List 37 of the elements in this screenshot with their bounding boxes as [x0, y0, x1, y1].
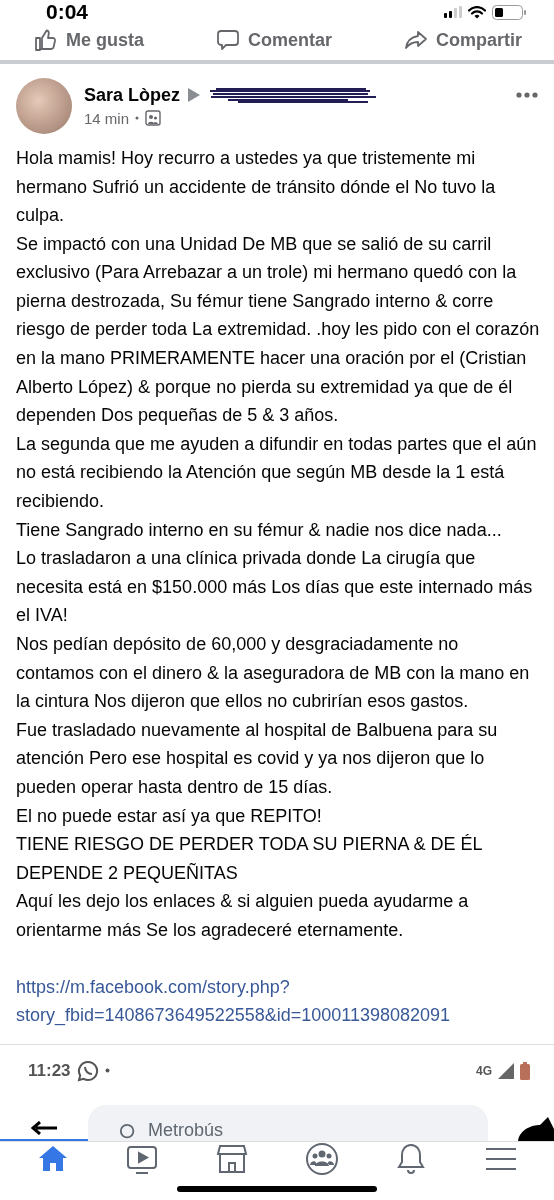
share-arrow-icon	[403, 28, 428, 52]
post-time[interactable]: 14 min	[84, 109, 130, 127]
dot-icon	[104, 1068, 110, 1074]
battery-icon	[492, 4, 526, 20]
post-paragraph: TIENE RIESGO DE PERDER TODA SU PIERNA & DE ÉL DEPENDE 2 PEQUEÑITAS	[16, 833, 483, 885]
status-time: 0:04	[46, 0, 89, 24]
signal-icon	[444, 6, 462, 18]
groups-tab[interactable]	[304, 1141, 339, 1176]
author-name[interactable]: Sara Lòpez	[84, 84, 181, 106]
wifi-icon	[468, 5, 486, 19]
post-paragraph: Hola mamis! Hoy recurro a ustedes ya que tristemente mi hermano Sufrió un accidente de tránsito dónde el No tuvo la culpa.	[16, 146, 497, 228]
network-label: 4G	[476, 1063, 492, 1078]
post-paragraph: La segunda que me ayuden a difundir en todas partes que el aún no está recibiendo la Atención que según MB desde la 1 está recibiendo.	[16, 432, 538, 514]
like-button[interactable]: Me gusta	[30, 24, 148, 56]
speech-bubble-icon	[216, 28, 240, 52]
search-field[interactable]: Metrobús	[88, 1104, 488, 1141]
thumbs-up-icon	[34, 28, 58, 52]
group-icon	[145, 110, 162, 127]
post-paragraph: Lo trasladaron a una clínica privada donde La cirugía que necesita está en $150.000 más Los días que este internado más el IVA!	[16, 547, 534, 628]
post-paragraph: Nos pedían depósito de 60,000 y desgraciadamente no contamos con el dinero & la aseguradora de MB con la mano en la cintura Nos dijeron que ellos no cubrirían esos gastos.	[16, 633, 531, 714]
comment-button[interactable]: Comentar	[212, 24, 336, 56]
signal-icon	[498, 1062, 514, 1079]
post-paragraph: El no puede estar así ya que REPITO!	[16, 804, 323, 828]
whatsapp-icon	[76, 1059, 99, 1082]
shape-icon	[518, 1116, 554, 1141]
battery-icon	[520, 1061, 530, 1080]
back-arrow-icon[interactable]	[31, 1120, 57, 1135]
embedded-time: 11:23	[28, 1060, 71, 1081]
share-button[interactable]: Compartir	[399, 24, 526, 56]
post-paragraph: Aquí les dejo los enlaces & si alguien pueda ayudarme a orientarme más Se los agradeceré eternamente.	[16, 890, 470, 942]
more-icon[interactable]	[516, 91, 538, 98]
triangle-icon	[188, 88, 201, 103]
post-link[interactable]: https://m.facebook.com/story.php?story_fbid=1408673649522558&id=100011398082091	[16, 972, 540, 1030]
post-paragraph: Fue trasladado nuevamente al hospital de Balbuena para su atención Pero ese hospital es covid y ya nos dijeron que lo pueden operar hasta dentro de 15 días.	[16, 718, 499, 799]
post-paragraph: Se impactó con una Unidad De MB que se salió de su carril exclusivo (Para Arrebazar a un trole) mi hermano quedó con la pierna destrozada, Su fémur tiene Sangrado interno & corre riesgo de perder toda La extremidad. .hoy les pido con el corazón en la mano PRIMERAMENTE hacer una oración por el (Cristian Alberto López) & porque no pierda su extremidad ya que de él dependen Dos pequeñas de 5 & 3 años.	[16, 232, 540, 428]
post-paragraph: Tiene Sangrado interno en su fémur & nadie nos dice nada...	[16, 518, 503, 542]
dot-icon	[135, 116, 140, 121]
